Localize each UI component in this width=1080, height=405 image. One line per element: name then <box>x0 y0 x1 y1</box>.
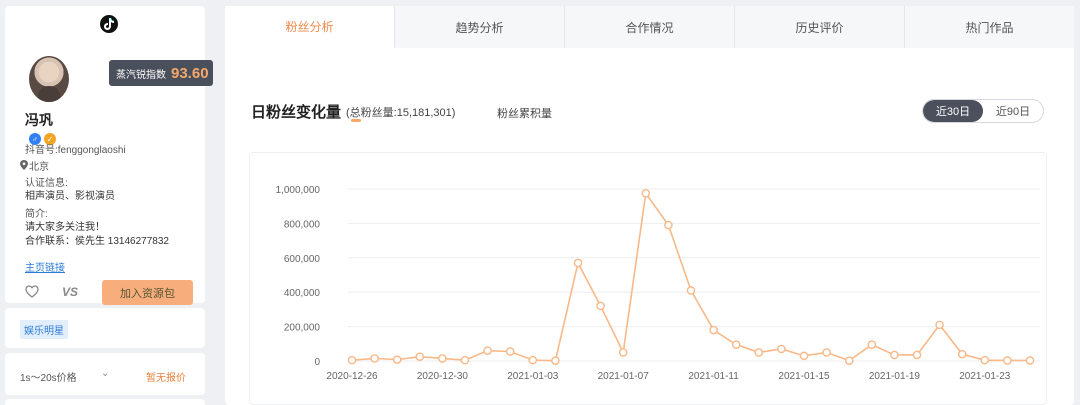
compare-vs-icon[interactable]: VS <box>62 285 78 299</box>
data-point <box>551 356 560 365</box>
range-toggle: 近30日 近90日 <box>922 99 1044 123</box>
data-point <box>573 258 583 268</box>
data-point <box>912 350 922 360</box>
index-badge: 蒸汽锐指数 93.60 <box>109 60 213 86</box>
data-point <box>754 348 764 357</box>
profile-name: 冯巩 <box>25 112 53 128</box>
data-point <box>505 347 515 356</box>
chevron-down-icon[interactable]: ⌄ <box>101 368 109 379</box>
y-tick-label: 600,000 <box>284 254 321 265</box>
intro-line-1: 请大家多关注我！ <box>25 222 105 233</box>
x-tick-label: 2021-01-15 <box>778 371 830 382</box>
y-tick-label: 1,000,000 <box>276 185 321 196</box>
tab-bar: 粉丝分析 趋势分析 合作情况 历史评价 热门作品 <box>225 6 1074 48</box>
data-point <box>799 351 809 361</box>
price-label: 1s～20s价格 <box>20 373 77 384</box>
data-point <box>370 354 379 363</box>
tab-trend-analysis[interactable]: 趋势分析 <box>395 6 565 48</box>
x-tick-label: 2020-12-26 <box>326 371 378 382</box>
data-point <box>822 348 831 357</box>
data-point <box>528 355 538 365</box>
tab-fans-analysis[interactable]: 粉丝分析 <box>225 6 395 48</box>
data-point <box>460 355 470 365</box>
cert-value: 相声演员、影视演员 <box>25 191 115 202</box>
y-tick-label: 0 <box>314 357 320 368</box>
intro-line-2: 合作联系：侯先生 13146277832 <box>25 236 169 247</box>
heart-icon[interactable] <box>25 285 39 303</box>
data-point <box>392 355 402 364</box>
index-label: 蒸汽锐指数 <box>116 69 166 81</box>
data-point <box>777 344 786 354</box>
data-point <box>483 346 492 355</box>
daily-fans-line-chart: 0 200,000 400,000 600,000 800,000 1,000,000 20… <box>276 185 1040 382</box>
data-point <box>1025 356 1035 365</box>
location: 北京 <box>20 160 49 174</box>
data-point <box>438 354 447 363</box>
series-line <box>351 191 1030 362</box>
main-panel: 粉丝分析 趋势分析 合作情况 历史评价 热门作品 日粉丝变化量 (总粉丝量:15… <box>225 6 1074 405</box>
location-pin-icon <box>20 160 29 174</box>
tab-cooperation[interactable]: 合作情况 <box>565 6 735 48</box>
cert-label: 认证信息: <box>25 178 68 189</box>
data-point <box>686 286 696 295</box>
y-tick-label: 400,000 <box>284 288 321 299</box>
tab-history-reviews[interactable]: 历史评价 <box>735 6 905 48</box>
add-to-resource-pack-button[interactable]: 加入资源包 <box>102 280 193 305</box>
x-tick-label: 2020-12-30 <box>417 371 469 382</box>
data-point <box>1003 356 1012 365</box>
y-tick-label: 800,000 <box>284 219 321 230</box>
data-point <box>980 355 990 365</box>
data-point <box>664 220 673 230</box>
data-point <box>618 348 628 357</box>
data-point <box>709 325 718 335</box>
data-point <box>347 355 357 365</box>
y-tick-label: 200,000 <box>284 323 321 334</box>
category-tag: 娱乐明星 <box>20 320 68 339</box>
profile-card: 蒸汽锐指数 93.60 冯巩 ♂ ✓ 抖音号:fenggonglaoshi 北京… <box>5 6 213 305</box>
cumulative-fans-link[interactable]: 粉丝累积量 <box>497 105 552 121</box>
data-point <box>641 189 651 198</box>
intro-label: 简介: <box>25 209 48 220</box>
price-value: 暂无报价 <box>146 373 186 384</box>
index-value: 93.60 <box>171 64 209 82</box>
chart-card: 0 200,000 400,000 600,000 800,000 1,000,000 20… <box>249 152 1047 405</box>
data-point <box>890 350 899 360</box>
data-point <box>844 356 854 365</box>
data-point <box>957 349 967 359</box>
data-point <box>867 340 877 349</box>
tiktok-icon <box>100 15 118 33</box>
douyin-id: 抖音号:fenggonglaoshi <box>25 145 126 156</box>
x-tick-label: 2021-01-07 <box>598 371 650 382</box>
homepage-link[interactable]: 主页链接 <box>25 259 65 274</box>
data-point <box>935 320 944 330</box>
next-card <box>5 399 205 405</box>
range-90-days[interactable]: 近90日 <box>983 100 1043 122</box>
data-point <box>731 340 741 349</box>
x-tick-label: 2021-01-11 <box>688 371 739 382</box>
tab-hot-works[interactable]: 热门作品 <box>905 6 1074 48</box>
x-tick-label: 2021-01-03 <box>507 371 559 382</box>
x-tick-label: 2021-01-19 <box>869 371 921 382</box>
data-point <box>415 352 425 361</box>
avatar[interactable] <box>29 56 69 102</box>
location-text: 北京 <box>29 162 49 173</box>
total-fans: (总粉丝量:15,181,301) <box>346 107 456 119</box>
data-point <box>596 301 605 311</box>
x-tick-label: 2021-01-23 <box>959 371 1011 382</box>
section-title: 日粉丝变化量 <box>251 104 342 121</box>
title-underline <box>351 119 361 122</box>
range-30-days[interactable]: 近30日 <box>923 100 983 122</box>
